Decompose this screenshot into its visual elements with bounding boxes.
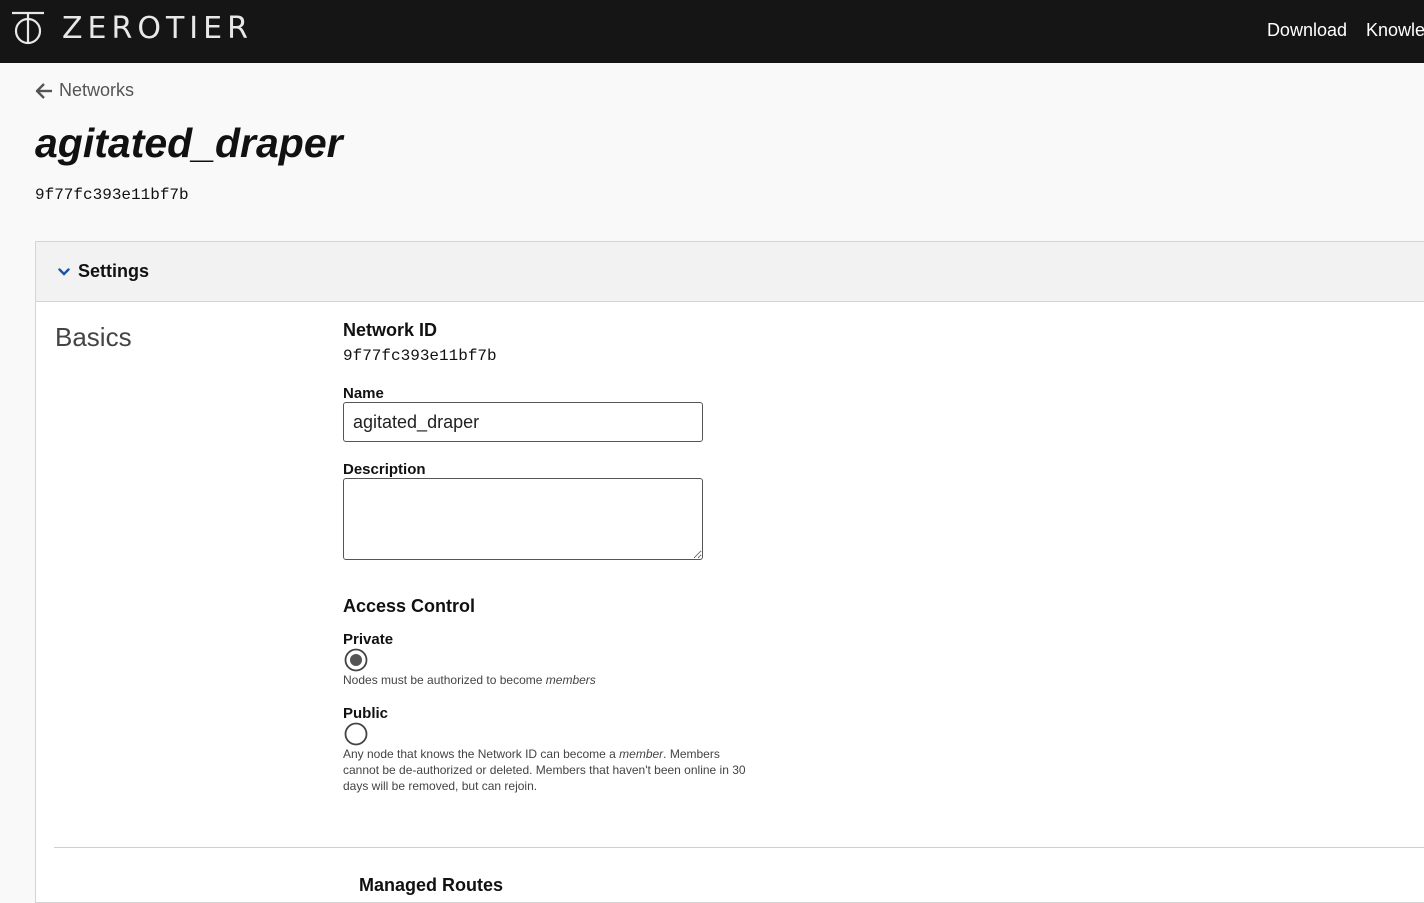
- zerotier-logo-icon: [12, 11, 44, 45]
- back-link-label: Networks: [59, 80, 135, 100]
- arrow-left-icon: [35, 82, 52, 99]
- private-option-label: Private: [343, 631, 394, 648]
- basics-fields: Network ID 9f77fc393e11bf7b Name Descrip…: [343, 320, 763, 794]
- public-radio-unselected-icon[interactable]: [344, 722, 368, 746]
- basics-section-title: Basics: [55, 322, 132, 352]
- managed-routes-label: Managed Routes: [359, 875, 504, 895]
- page-title: agitated_draper: [35, 120, 343, 166]
- access-option-private: Private Nodes must be authorized to beco…: [343, 631, 763, 688]
- access-option-public: Public Any node that knows the Network I…: [343, 705, 763, 794]
- network-id-subtitle: 9f77fc393e11bf7b: [35, 186, 189, 204]
- settings-panel: Settings Basics Network ID 9f77fc393e11b…: [35, 241, 1424, 903]
- public-option-label: Public: [343, 705, 389, 722]
- chevron-down-icon: [58, 267, 70, 276]
- back-to-networks-link[interactable]: Networks: [35, 80, 134, 101]
- logo-text: ZEROTIER: [62, 10, 253, 46]
- settings-toggle-label: Settings: [78, 261, 150, 281]
- access-control-title: Access Control: [343, 596, 476, 616]
- settings-toggle[interactable]: Settings: [36, 242, 1424, 302]
- nav-download-link[interactable]: Download: [1267, 20, 1347, 41]
- description-label: Description: [343, 461, 426, 478]
- section-divider: [54, 847, 1424, 848]
- nav-knowledge-link[interactable]: Knowle: [1366, 20, 1424, 41]
- name-label: Name: [343, 385, 384, 402]
- name-input[interactable]: [343, 402, 703, 442]
- network-id-value: 9f77fc393e11bf7b: [343, 347, 497, 365]
- private-radio-selected-icon[interactable]: [344, 648, 368, 672]
- private-option-help: Nodes must be authorized to become membe…: [343, 673, 596, 687]
- zerotier-logo[interactable]: ZEROTIER: [10, 10, 253, 46]
- top-nav: Download Knowle: [1248, 20, 1424, 41]
- public-option-help: Any node that knows the Network ID can b…: [343, 747, 746, 793]
- top-navigation-bar: ZEROTIER Download Knowle: [0, 0, 1424, 63]
- network-id-label: Network ID: [343, 320, 438, 340]
- description-textarea[interactable]: [343, 478, 703, 560]
